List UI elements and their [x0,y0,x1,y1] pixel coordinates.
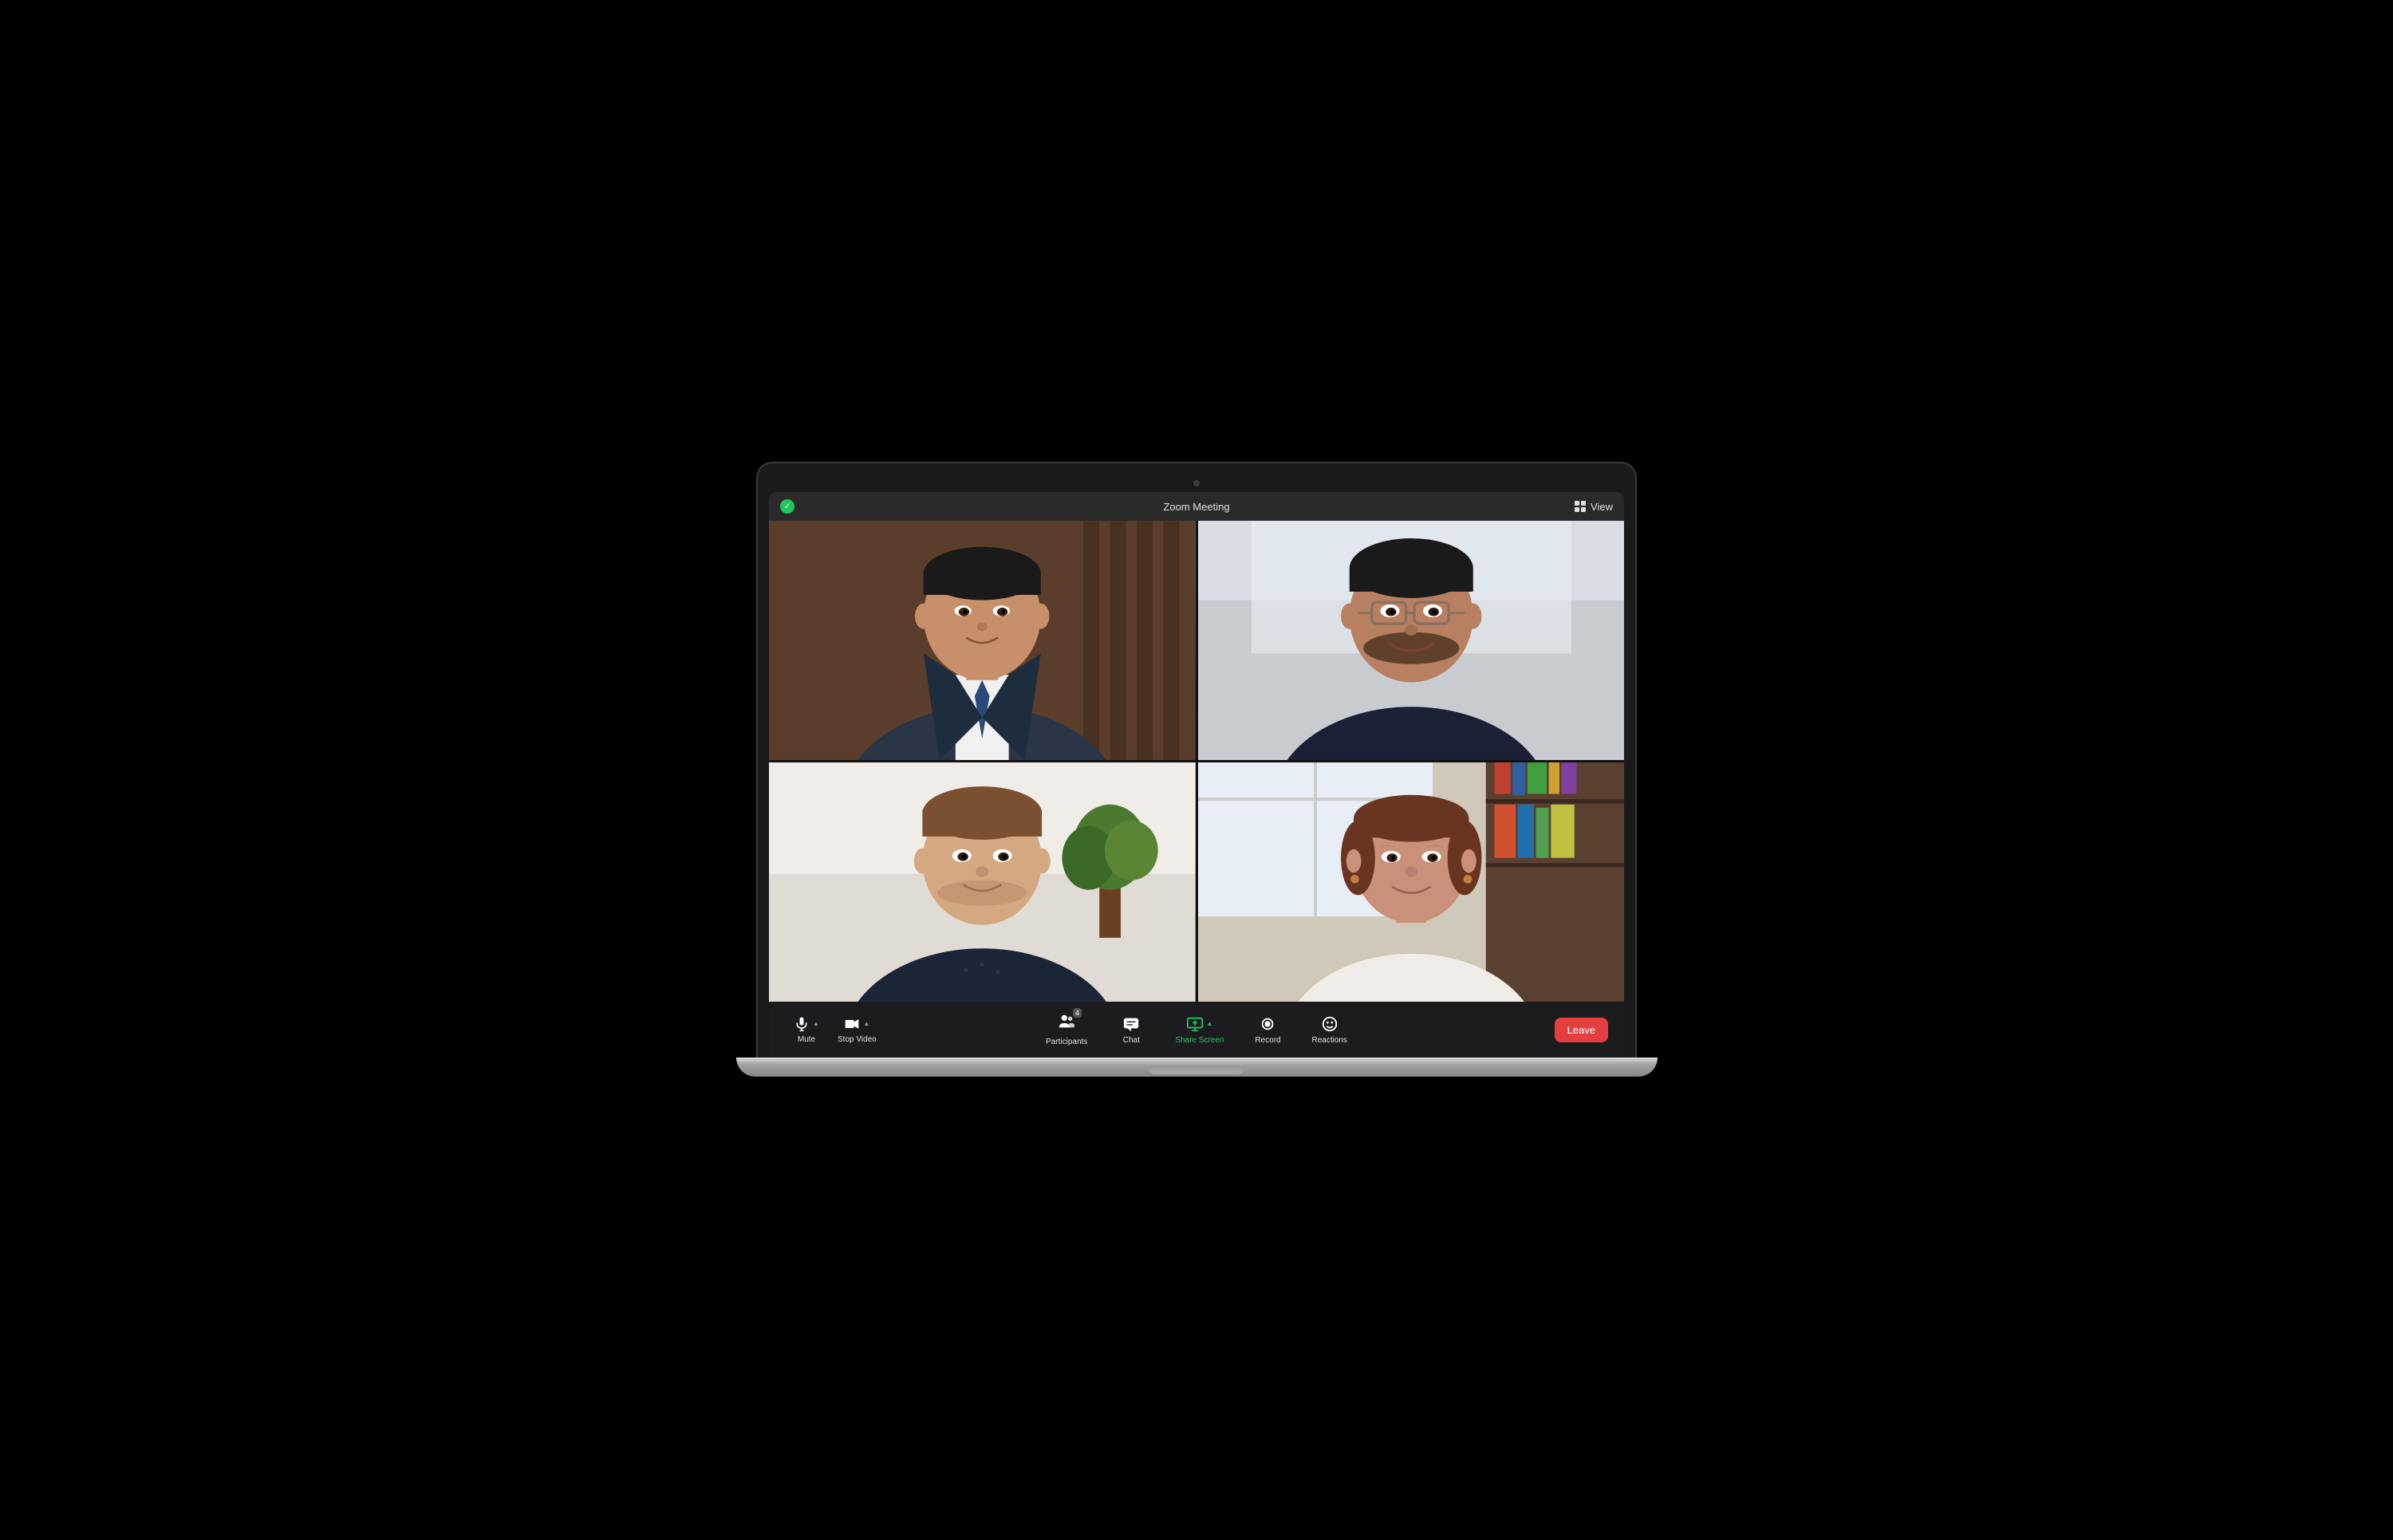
view-button[interactable]: View [1575,501,1613,513]
screen-bezel: ✓ Zoom Meeting View [758,463,1635,1058]
toolbar-left-group: ▲ Mute ▲ Stop Video [785,1013,883,1047]
camera-bar [769,475,1624,492]
laptop-base-shine [736,1058,1658,1064]
video-cell-2 [1198,521,1625,760]
view-icon [1575,501,1586,512]
video-arrow[interactable]: ▲ [863,1020,869,1027]
participants-count: 4 [1073,1008,1082,1018]
share-screen-icon [1186,1015,1204,1033]
camera [1193,480,1200,486]
record-icon [1259,1015,1276,1033]
video-cell-4-active [1198,762,1625,1002]
stop-video-button[interactable]: ▲ Stop Video [831,1013,883,1047]
toolbar-right-group: Leave [1555,1018,1608,1042]
mute-button[interactable]: ▲ Mute [785,1013,828,1047]
laptop-base [736,1058,1658,1077]
reactions-label: Reactions [1311,1036,1346,1045]
laptop-container: ✓ Zoom Meeting View [758,463,1635,1077]
microphone-icon [794,1016,810,1032]
leave-button[interactable]: Leave [1555,1018,1608,1042]
chat-button[interactable]: Chat [1110,1012,1153,1048]
reactions-button[interactable]: Reactions [1305,1012,1353,1048]
toolbar-center-group: 4 Participants Chat [1039,1010,1354,1050]
participants-button[interactable]: 4 Participants [1039,1010,1094,1050]
title-bar: ✓ Zoom Meeting View [769,492,1624,521]
mute-arrow[interactable]: ▲ [813,1020,819,1027]
participants-label: Participants [1046,1038,1087,1046]
title-bar-left: ✓ [780,499,794,514]
share-screen-button[interactable]: ▲ Share Screen [1169,1012,1230,1048]
security-shield-icon: ✓ [780,499,794,514]
record-button[interactable]: Record [1246,1012,1289,1048]
laptop-notch [1149,1066,1244,1074]
zoom-window: ✓ Zoom Meeting View [769,492,1624,1058]
stop-video-label: Stop Video [838,1035,877,1044]
chat-icon [1122,1015,1140,1033]
mute-label: Mute [798,1035,815,1044]
video-cell-1 [769,521,1196,760]
chat-label: Chat [1123,1036,1140,1045]
share-screen-arrow[interactable]: ▲ [1206,1020,1212,1027]
video-cell-3 [769,762,1196,1002]
record-label: Record [1255,1036,1280,1045]
meeting-title: Zoom Meeting [1163,501,1229,513]
video-grid [769,521,1624,1002]
camera-icon [844,1016,860,1032]
reactions-icon [1321,1015,1338,1033]
toolbar: ▲ Mute ▲ Stop Video [769,1002,1624,1058]
share-screen-label: Share Screen [1175,1036,1224,1045]
